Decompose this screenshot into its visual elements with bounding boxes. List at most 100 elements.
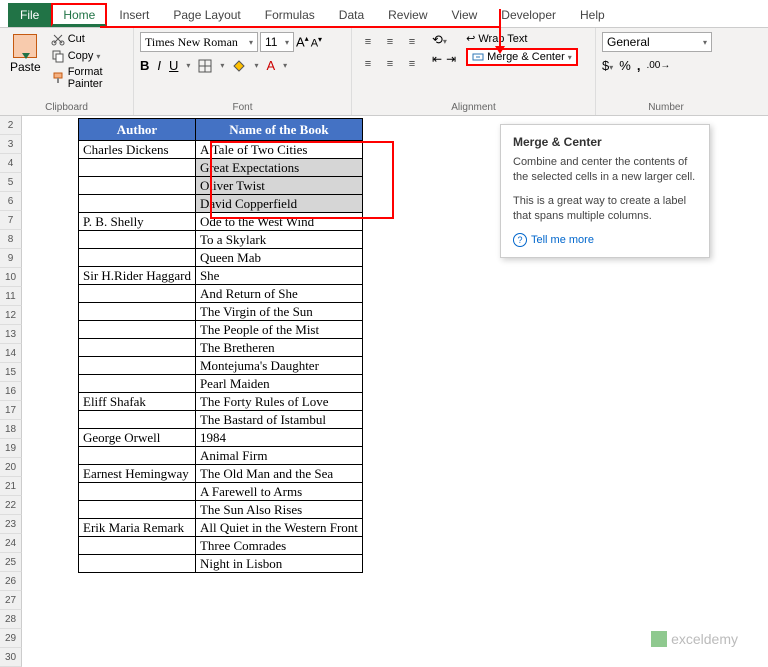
cell-book[interactable]: Night in Lisbon [195,555,362,573]
cell-author[interactable]: Eliff Shafak [79,393,196,411]
align-right-icon[interactable]: ≡ [402,54,422,74]
font-color-button[interactable]: A [266,58,275,73]
row-header[interactable]: 4 [0,154,22,173]
cell-book[interactable]: Montejuma's Daughter [195,357,362,375]
currency-button[interactable]: $▾ [602,58,613,73]
cell-author[interactable] [79,555,196,573]
cell-author[interactable] [79,339,196,357]
tab-formulas[interactable]: Formulas [253,3,327,27]
align-top-icon[interactable]: ≡ [358,32,378,52]
row-header[interactable]: 3 [0,135,22,154]
cell-book[interactable]: Great Expectations [195,159,362,177]
cell-author[interactable] [79,249,196,267]
cell-author[interactable]: P. B. Shelly [79,213,196,231]
row-header[interactable]: 13 [0,325,22,344]
row-header[interactable]: 27 [0,591,22,610]
row-header[interactable]: 11 [0,287,22,306]
cell-author[interactable]: Sir H.Rider Haggard [79,267,196,285]
header-book[interactable]: Name of the Book [195,119,362,141]
tab-insert[interactable]: Insert [107,3,161,27]
row-header[interactable]: 29 [0,629,22,648]
tab-home[interactable]: Home [51,3,107,27]
cell-book[interactable]: The People of the Mist [195,321,362,339]
row-header[interactable]: 9 [0,249,22,268]
align-center-icon[interactable]: ≡ [380,54,400,74]
bold-button[interactable]: B [140,58,149,73]
increase-font-icon[interactable]: A▴ [296,34,309,49]
comma-button[interactable]: , [637,58,641,73]
align-middle-icon[interactable]: ≡ [380,32,400,52]
row-header[interactable]: 30 [0,648,22,667]
cell-author[interactable]: Earnest Hemingway [79,465,196,483]
cell-book[interactable]: Pearl Maiden [195,375,362,393]
number-format-select[interactable]: General▾ [602,32,712,52]
cut-button[interactable]: Cut [51,32,127,46]
row-header[interactable]: 8 [0,230,22,249]
cell-author[interactable] [79,231,196,249]
row-header[interactable]: 25 [0,553,22,572]
row-header[interactable]: 6 [0,192,22,211]
border-button[interactable] [198,59,212,73]
cell-author[interactable] [79,357,196,375]
cell-author[interactable] [79,375,196,393]
cell-author[interactable] [79,447,196,465]
cell-author[interactable]: George Orwell [79,429,196,447]
underline-button[interactable]: U [169,58,178,73]
cell-author[interactable] [79,321,196,339]
cell-book[interactable]: A Tale of Two Cities [195,141,362,159]
cell-author[interactable] [79,303,196,321]
font-size-select[interactable]: 11▾ [260,32,294,52]
tab-file[interactable]: File [8,3,51,27]
increase-indent-icon[interactable]: ⇥ [446,52,456,66]
cell-book[interactable]: To a Skylark [195,231,362,249]
cell-author[interactable] [79,285,196,303]
cell-book[interactable]: Animal Firm [195,447,362,465]
cell-book[interactable]: The Forty Rules of Love [195,393,362,411]
cell-author[interactable] [79,411,196,429]
tab-data[interactable]: Data [327,3,376,27]
cell-book[interactable]: And Return of She [195,285,362,303]
cell-book[interactable]: All Quiet in the Western Front [195,519,362,537]
cell-author[interactable]: Erik Maria Remark [79,519,196,537]
row-header[interactable]: 20 [0,458,22,477]
tab-developer[interactable]: Developer [489,3,568,27]
decrease-font-icon[interactable]: A▾ [311,35,322,50]
row-header[interactable]: 19 [0,439,22,458]
tab-review[interactable]: Review [376,3,439,27]
format-painter-button[interactable]: Format Painter [51,66,127,90]
row-header[interactable]: 18 [0,420,22,439]
cell-book[interactable]: A Farewell to Arms [195,483,362,501]
row-header[interactable]: 21 [0,477,22,496]
cell-book[interactable]: The Old Man and the Sea [195,465,362,483]
row-header[interactable]: 17 [0,401,22,420]
row-header[interactable]: 5 [0,173,22,192]
cell-author[interactable] [79,483,196,501]
merge-center-button[interactable]: Merge & Center▾ [466,48,578,66]
cell-book[interactable]: Ode to the West Wind [195,213,362,231]
row-header[interactable]: 24 [0,534,22,553]
paste-button[interactable]: Paste [6,32,45,100]
cell-author[interactable] [79,177,196,195]
cell-author[interactable] [79,537,196,555]
row-header[interactable]: 10 [0,268,22,287]
row-header[interactable]: 12 [0,306,22,325]
tab-page-layout[interactable]: Page Layout [161,3,252,27]
percent-button[interactable]: % [619,58,631,73]
cell-author[interactable] [79,195,196,213]
cell-book[interactable]: She [195,267,362,285]
cell-book[interactable]: Three Comrades [195,537,362,555]
row-header[interactable]: 22 [0,496,22,515]
cell-book[interactable]: David Copperfield [195,195,362,213]
cell-book[interactable]: 1984 [195,429,362,447]
tell-me-more-link[interactable]: ?Tell me more [513,233,697,247]
row-header[interactable]: 14 [0,344,22,363]
row-header[interactable]: 15 [0,363,22,382]
header-author[interactable]: Author [79,119,196,141]
row-header[interactable]: 7 [0,211,22,230]
cell-book[interactable]: Queen Mab [195,249,362,267]
align-left-icon[interactable]: ≡ [358,54,378,74]
fill-color-button[interactable] [232,59,246,73]
row-header[interactable]: 26 [0,572,22,591]
tab-help[interactable]: Help [568,3,617,27]
row-header[interactable]: 16 [0,382,22,401]
